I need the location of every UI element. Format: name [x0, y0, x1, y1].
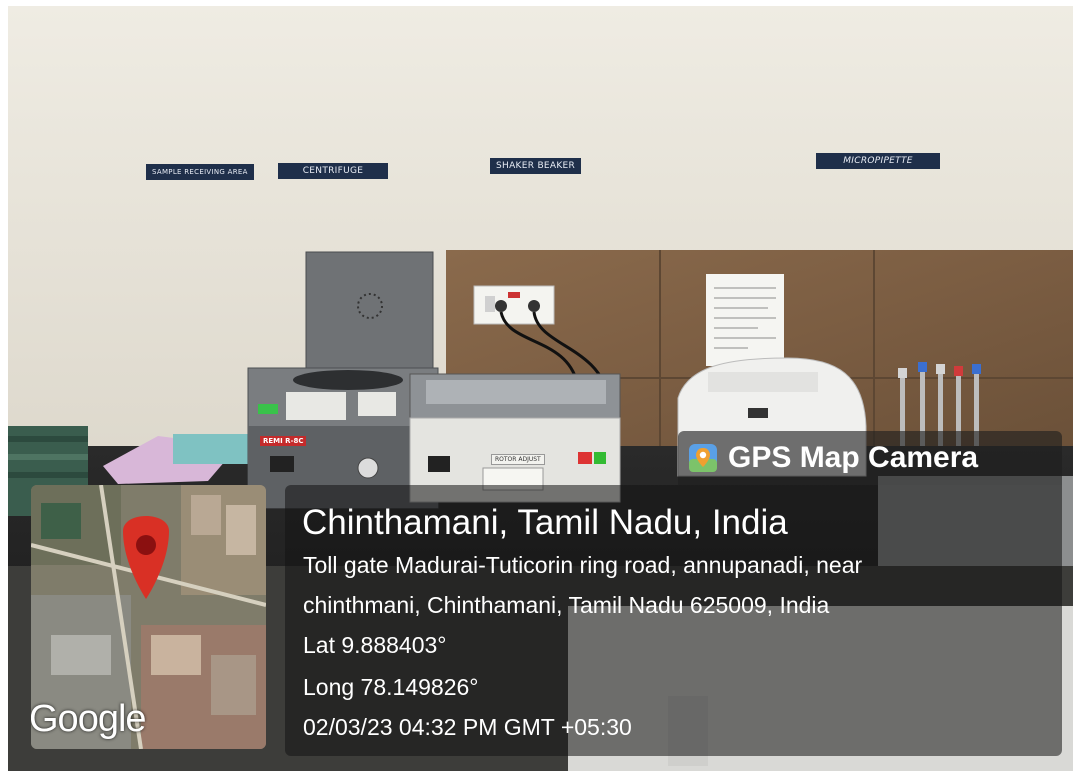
- address-line-2: chinthmani, Chinthamani, Tamil Nadu 6250…: [303, 592, 830, 618]
- wall-label-sample: SAMPLE RECEIVING AREA: [146, 164, 254, 180]
- map-thumbnail: Google: [31, 485, 266, 749]
- timestamp: 02/03/23 04:32 PM GMT +05:30: [303, 714, 632, 740]
- place-name: Chinthamani, Tamil Nadu, India: [302, 503, 788, 542]
- address-line-1: Toll gate Madurai-Tuticorin ring road, a…: [303, 552, 863, 578]
- latitude: Lat 9.888403°: [303, 632, 447, 658]
- wall-label-centrifuge: CENTRIFUGE: [278, 163, 388, 179]
- map-pin-camera-icon: [689, 444, 717, 472]
- gps-brand-tab: GPS Map Camera: [678, 431, 1062, 485]
- map-provider-logo: Google: [31, 698, 147, 740]
- longitude: Long 78.149826°: [303, 674, 479, 700]
- wall-label-micropipette: MICROPIPETTE: [816, 153, 940, 169]
- centrifuge-brand-label: REMI R-8C: [260, 436, 307, 446]
- shaker-plate-label: ROTOR ADJUST: [491, 454, 545, 465]
- wall-label-shaker: SHAKER BEAKER: [490, 158, 582, 174]
- brand-title: GPS Map Camera: [728, 441, 979, 474]
- location-info-panel: Chinthamani, Tamil Nadu, India Toll gate…: [285, 485, 1062, 756]
